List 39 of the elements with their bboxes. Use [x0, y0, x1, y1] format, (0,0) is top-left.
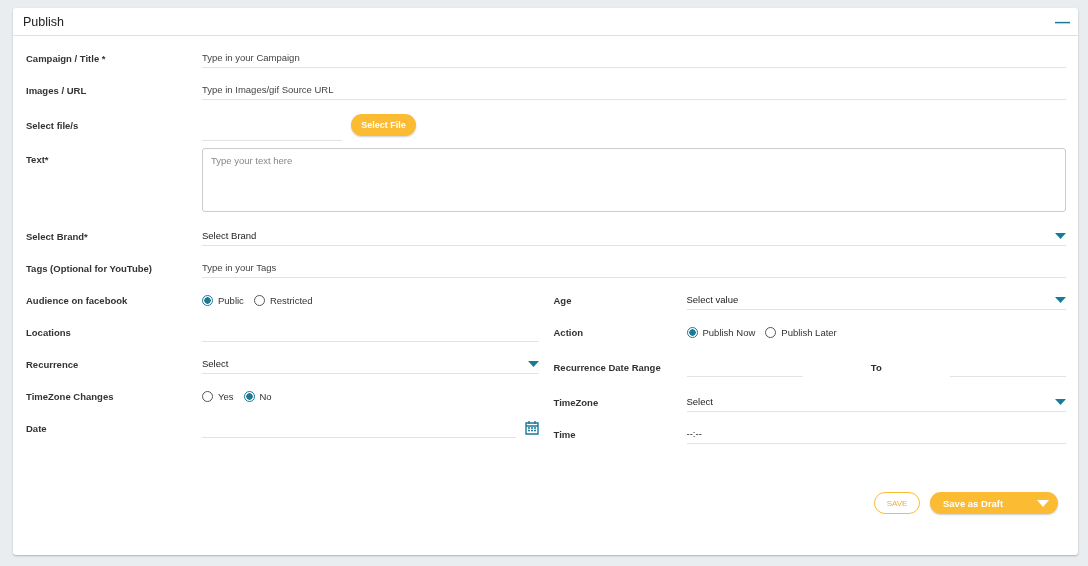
caret-icon: [1037, 500, 1049, 507]
caret-icon: [1055, 398, 1066, 406]
collapse-button[interactable]: —: [1055, 14, 1070, 29]
radio-option[interactable]: Publish Later: [765, 326, 837, 338]
field-label: Text*: [26, 154, 50, 165]
field-label: Time: [553, 428, 577, 440]
caret-icon: [527, 360, 539, 368]
select-field[interactable]: Select value: [686, 290, 1066, 310]
radio-option[interactable]: Yes: [202, 390, 234, 402]
calendar-icon: [524, 421, 539, 435]
field-label: Audience on facebook: [26, 294, 129, 306]
radio-button[interactable]: [243, 390, 255, 402]
field-label: Locations: [26, 326, 72, 338]
to-label: To: [869, 361, 883, 373]
radio-option[interactable]: Restricted: [253, 294, 313, 306]
select-field[interactable]: Select: [202, 354, 539, 374]
field-label: Date: [26, 422, 48, 434]
radio-option[interactable]: No: [243, 390, 272, 402]
field-label: Campaign / Title *: [26, 52, 107, 64]
field-label: Tags (Optional for YouTube): [26, 262, 153, 274]
field-label: Images / URL: [26, 84, 88, 96]
select-field[interactable]: Select: [686, 392, 1066, 412]
field-label: TimeZone: [553, 396, 600, 408]
field-label: Recurrence Date Range: [553, 361, 662, 373]
panel-title: Publish: [23, 14, 64, 29]
radio-option[interactable]: Publish Now: [686, 326, 756, 338]
field-label: Select Brand*: [26, 230, 89, 242]
field-label: Recurrence: [26, 358, 80, 370]
text-area[interactable]: Type your text here: [202, 148, 1066, 212]
caret-icon: [1055, 232, 1066, 240]
field-label: Select file/s: [26, 119, 80, 131]
caret-icon: [1055, 296, 1066, 304]
radio-button[interactable]: [202, 294, 213, 306]
select-field[interactable]: Select Brand: [202, 226, 1066, 246]
radio-button[interactable]: [686, 326, 698, 338]
field-label: Age: [553, 294, 573, 306]
radio-option[interactable]: Public: [202, 294, 244, 306]
field-label: TimeZone Changes: [26, 390, 115, 402]
field-label: Action: [553, 326, 585, 338]
